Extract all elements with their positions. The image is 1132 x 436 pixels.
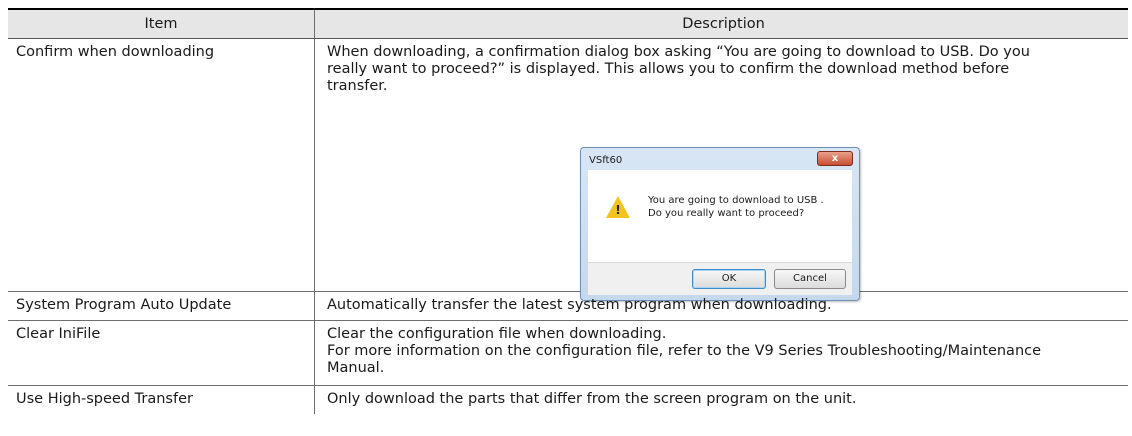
row-item-label: Confirm when downloading [16, 44, 215, 60]
table-row: Use High-speed Transfer Only download th… [8, 386, 1128, 414]
warning-exclamation: ! [615, 203, 621, 217]
row-description: Automatically transfer the latest system… [314, 292, 1128, 320]
ok-button[interactable]: OK [692, 269, 766, 289]
description-line: Automatically transfer the latest system… [327, 297, 832, 313]
row-item-label: Use High-speed Transfer [16, 391, 193, 407]
description-line: really want to proceed?” is displayed. T… [327, 61, 1010, 77]
header-description: Description [314, 10, 1128, 38]
description-line: For more information on the configuratio… [327, 343, 1042, 359]
description-line: transfer. [327, 78, 388, 94]
close-icon[interactable]: x [817, 151, 853, 166]
table-header-row: Item Description [8, 10, 1128, 39]
description-line: Only download the parts that differ from… [327, 391, 857, 407]
table-row: Confirm when downloading When downloadin… [8, 39, 1128, 301]
row-item-label: Clear IniFile [16, 326, 101, 342]
row-description: When downloading, a confirmation dialog … [314, 39, 1128, 301]
row-description: Only download the parts that differ from… [314, 386, 1128, 414]
confirm-dialog-screenshot: VSft60 x ! You are going to download to … [580, 147, 860, 301]
table-row: System Program Auto Update Automatically… [8, 292, 1128, 321]
dialog-message-line: Do you really want to proceed? [648, 208, 805, 219]
description-line: When downloading, a confirmation dialog … [327, 44, 1030, 60]
dialog-title: VSft60 [589, 155, 623, 166]
dialog-body: ! You are going to download to USB . Do … [588, 170, 852, 262]
dialog-message: You are going to download to USB . Do yo… [648, 194, 824, 220]
dialog-footer: OK Cancel [588, 262, 852, 295]
cancel-button[interactable]: Cancel [774, 269, 846, 289]
description-line: Manual. [327, 360, 385, 376]
dialog-message-line: You are going to download to USB . [648, 195, 824, 206]
row-item-label: System Program Auto Update [16, 297, 232, 313]
description-line: Clear the configuration file when downlo… [327, 326, 667, 342]
header-item: Item [144, 16, 178, 32]
table-row: Clear IniFile Clear the configuration fi… [8, 321, 1128, 386]
row-description: Clear the configuration file when downlo… [314, 321, 1128, 385]
